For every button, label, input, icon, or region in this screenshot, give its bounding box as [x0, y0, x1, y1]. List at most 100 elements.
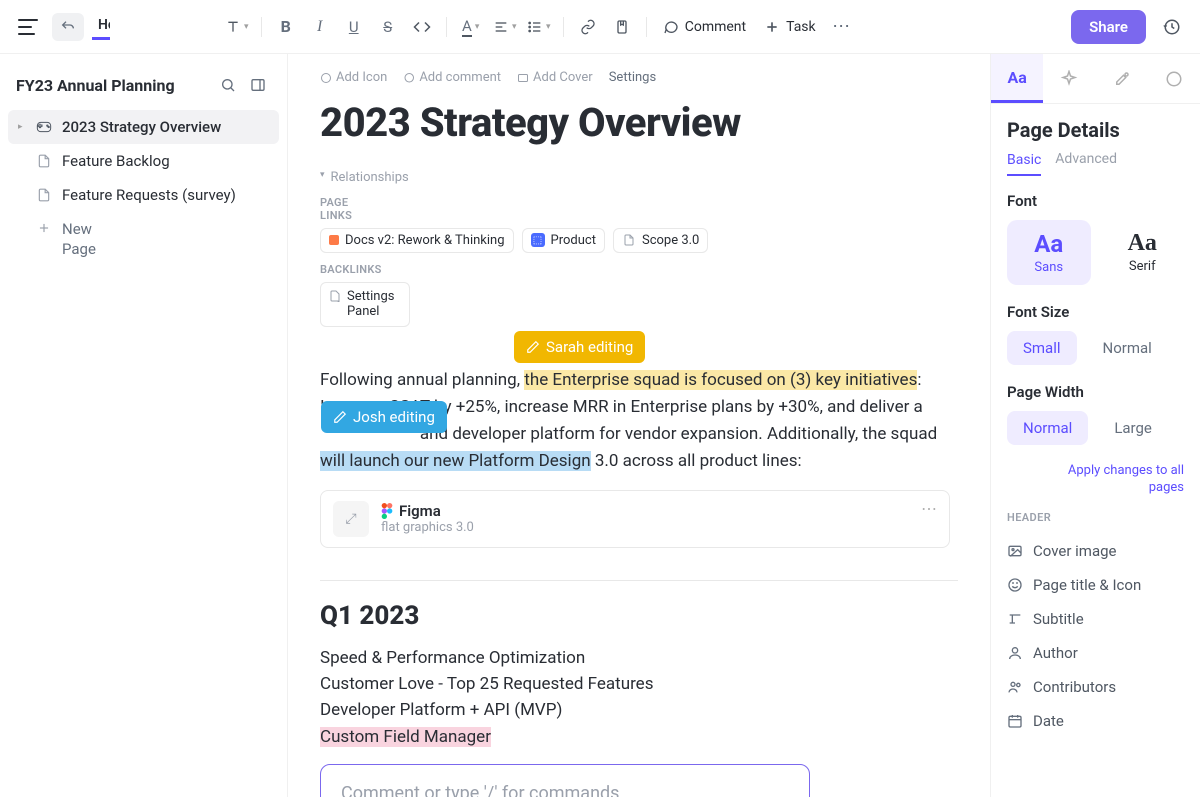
task-button[interactable]: Task: [756, 15, 824, 39]
caret-down-icon: ▾: [320, 170, 325, 181]
subtab-advanced[interactable]: Advanced: [1055, 152, 1095, 176]
sans-preview: Aa: [1011, 230, 1087, 258]
right-panel: Aa Page Details Basic Advanced Font Aa: [990, 54, 1200, 797]
undo-button[interactable]: [52, 13, 84, 41]
chevron-right-icon: ▸: [18, 122, 26, 132]
align-dropdown[interactable]: [489, 11, 521, 43]
page-settings-button[interactable]: Settings: [609, 70, 656, 85]
comment-button[interactable]: Comment: [655, 15, 754, 39]
comment-label: Comment: [685, 19, 746, 35]
task-label: Task: [786, 19, 816, 35]
q1-list[interactable]: Speed & Performance Optimization Custome…: [320, 645, 958, 750]
chat-icon: [1165, 70, 1183, 88]
share-button[interactable]: Share: [1071, 10, 1146, 44]
link-button[interactable]: [572, 11, 604, 43]
text-color-icon: A: [462, 17, 472, 37]
sidebar-collapse-button[interactable]: [245, 72, 271, 98]
bold-button[interactable]: B: [270, 11, 302, 43]
undo-icon: [60, 19, 76, 35]
header-item-contributors[interactable]: Contributors: [1007, 670, 1184, 704]
backlinks-label: BACKLINKS: [320, 263, 958, 276]
font-option-sans[interactable]: Aa Sans: [1007, 220, 1091, 285]
panel-tab-typography[interactable]: Aa: [991, 54, 1043, 103]
body-paragraph[interactable]: Sarah editing Josh editing Following ann…: [320, 367, 958, 476]
strikethrough-icon: S: [383, 18, 392, 36]
text-style-dropdown[interactable]: [221, 11, 253, 43]
panel-tab-ai[interactable]: [1043, 54, 1095, 103]
page-title[interactable]: 2023 Strategy Overview: [320, 99, 958, 146]
highlight-pink: Custom Field Manager: [320, 727, 491, 747]
figma-embed-card[interactable]: ⤢ Figma flat graphics 3.0 ⋯: [320, 490, 950, 548]
sidebar-item-label: Feature Backlog: [62, 152, 170, 170]
smile-icon: [320, 72, 332, 84]
page-link-chip[interactable]: ⬚ Product: [522, 228, 605, 253]
header-section-label: HEADER: [1007, 511, 1184, 524]
sparkle-icon: [1060, 70, 1078, 88]
gamepad-icon: [36, 119, 52, 135]
italic-button[interactable]: I: [304, 11, 336, 43]
smile-icon: [1007, 577, 1023, 593]
chat-icon: [403, 72, 415, 84]
page-width-large[interactable]: Large: [1098, 411, 1168, 445]
sidebar-search-button[interactable]: [215, 72, 241, 98]
font-option-serif[interactable]: Aa Serif: [1101, 220, 1185, 285]
underline-button[interactable]: U: [338, 11, 370, 43]
header-item-date[interactable]: Date: [1007, 704, 1184, 738]
subtab-basic[interactable]: Basic: [1007, 152, 1041, 176]
sidebar-item-feature-backlog[interactable]: Feature Backlog: [8, 144, 279, 178]
divider: [320, 580, 958, 581]
image-icon: [1007, 543, 1023, 559]
add-cover-button[interactable]: Add Cover: [517, 70, 593, 85]
apply-all-pages-link[interactable]: Apply changes to all pages: [1059, 463, 1184, 497]
header-item-title-icon[interactable]: Page title & Icon: [1007, 568, 1184, 602]
heading-q1[interactable]: Q1 2023: [320, 601, 958, 631]
text-color-dropdown[interactable]: A: [455, 11, 487, 43]
add-comment-button[interactable]: Add comment: [403, 70, 501, 85]
add-icon-button[interactable]: Add Icon: [320, 70, 387, 85]
page-link-chip[interactable]: Scope 3.0: [613, 228, 708, 253]
new-page-label: New Page: [62, 220, 102, 259]
menu-toggle-button[interactable]: [12, 11, 44, 43]
sidebar: FY23 Annual Planning ▸ 2023 Strategy Ove…: [0, 54, 288, 797]
panel-tab-chat[interactable]: [1148, 54, 1200, 103]
history-button[interactable]: [1156, 11, 1188, 43]
list-item: Speed & Performance Optimization: [320, 645, 958, 671]
backlink-chip[interactable]: Settings Panel: [320, 282, 410, 327]
embed-more-button[interactable]: ⋯: [921, 499, 939, 518]
comment-input[interactable]: Comment or type '/' for commands: [320, 764, 810, 797]
header-item-author[interactable]: Author: [1007, 636, 1184, 670]
strikethrough-button[interactable]: S: [372, 11, 404, 43]
font-size-normal[interactable]: Normal: [1087, 331, 1168, 365]
attachment-button[interactable]: [606, 11, 638, 43]
link-icon: [580, 19, 596, 35]
code-icon: [413, 18, 431, 36]
list-item: Custom Field Manager: [320, 724, 958, 750]
user-icon: [1007, 645, 1023, 661]
panel-collapse-icon: [250, 77, 266, 93]
history-icon: [1163, 18, 1181, 36]
code-button[interactable]: [406, 11, 438, 43]
highlight-blue: will launch our new Platform Design: [320, 451, 591, 471]
users-icon: [1007, 679, 1023, 695]
sidebar-item-strategy-overview[interactable]: ▸ 2023 Strategy Overview: [8, 110, 279, 144]
serif-preview: Aa: [1105, 230, 1181, 257]
new-page-button[interactable]: New Page: [8, 212, 279, 267]
home-tab[interactable]: Home: [92, 13, 110, 40]
header-item-cover-image[interactable]: Cover image: [1007, 534, 1184, 568]
page-width-normal[interactable]: Normal: [1007, 411, 1088, 445]
page-width-section-label: Page Width: [1007, 383, 1184, 401]
panel-tab-tools[interactable]: [1096, 54, 1148, 103]
tools-icon: [1113, 70, 1131, 88]
document-icon: [622, 233, 636, 247]
page-link-chip[interactable]: Docs v2: Rework & Thinking: [320, 228, 514, 253]
bold-icon: B: [281, 17, 291, 36]
sidebar-item-feature-requests[interactable]: Feature Requests (survey): [8, 178, 279, 212]
more-button[interactable]: ⋯: [826, 11, 858, 43]
expand-icon: ⤢: [333, 501, 369, 537]
list-dropdown[interactable]: [523, 11, 555, 43]
header-item-subtitle[interactable]: Subtitle: [1007, 602, 1184, 636]
font-size-small[interactable]: Small: [1007, 331, 1077, 365]
relationships-toggle[interactable]: ▾ Relationships: [320, 170, 400, 186]
underline-icon: U: [349, 18, 359, 36]
list-icon: [527, 19, 543, 35]
